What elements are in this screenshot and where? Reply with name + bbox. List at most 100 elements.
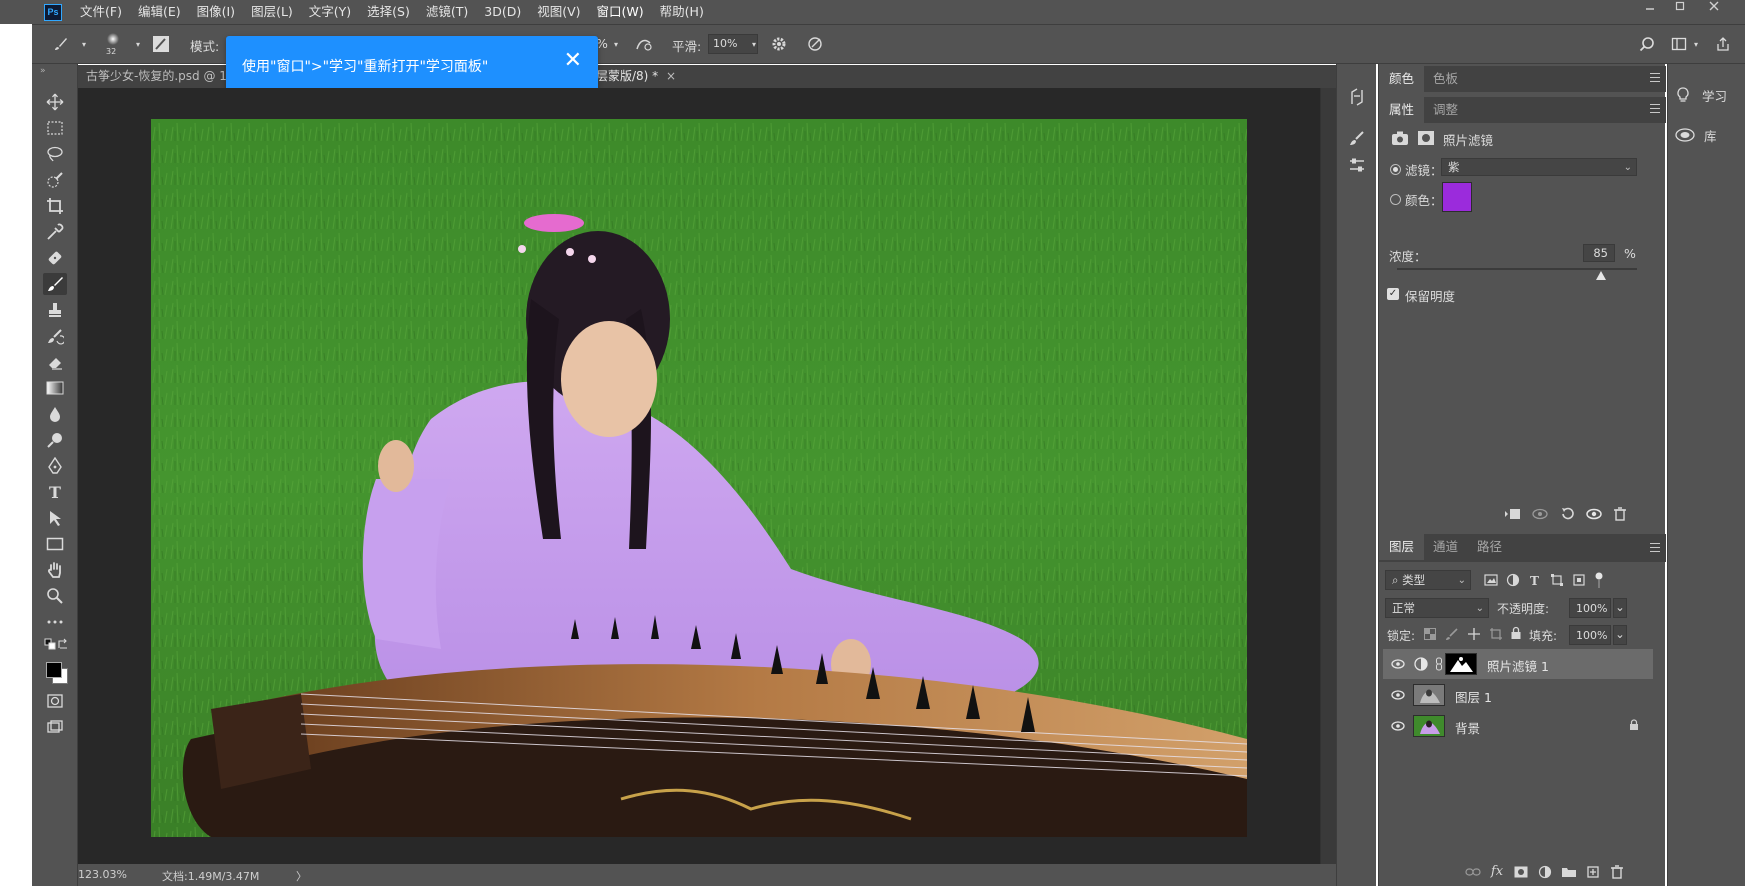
close-window-icon[interactable] xyxy=(1700,0,1728,14)
pressure-opacity-icon[interactable] xyxy=(634,35,654,53)
layer-mask-thumbnail[interactable] xyxy=(1445,653,1477,675)
swap-colors-icon[interactable] xyxy=(56,638,70,650)
brush-settings-panel-icon[interactable] xyxy=(1348,130,1366,148)
marquee-tool-icon[interactable] xyxy=(43,117,67,139)
minimize-icon[interactable] xyxy=(1636,0,1664,14)
lock-image-pixels-icon[interactable] xyxy=(1445,627,1459,641)
filter-radio[interactable] xyxy=(1390,164,1401,175)
chevron-down-icon[interactable]: ▾ xyxy=(612,39,620,49)
menu-filter[interactable]: 滤镜(T) xyxy=(418,0,476,24)
tab-channels[interactable]: 通道 xyxy=(1423,534,1468,560)
toggle-visibility-eye-icon[interactable] xyxy=(1585,506,1603,522)
gear-icon[interactable] xyxy=(770,35,788,53)
lock-artboard-icon[interactable] xyxy=(1489,627,1503,641)
blur-tool-icon[interactable] xyxy=(43,403,67,425)
clip-to-layer-icon[interactable] xyxy=(1503,506,1521,522)
link-layers-icon[interactable] xyxy=(1465,864,1481,880)
path-select-tool-icon[interactable] xyxy=(43,507,67,529)
tab-paths[interactable]: 路径 xyxy=(1467,534,1512,560)
menu-view[interactable]: 视图(V) xyxy=(529,0,588,24)
hand-tool-icon[interactable] xyxy=(43,559,67,581)
blend-mode-select[interactable]: 正常 ⌄ xyxy=(1385,598,1489,618)
chevron-down-icon[interactable]: ▾ xyxy=(750,39,758,49)
menu-window[interactable]: 窗口(W) xyxy=(589,0,652,24)
eyedropper-tool-icon[interactable] xyxy=(43,221,67,243)
sliders-panel-icon[interactable] xyxy=(1348,156,1366,174)
layer-thumbnail[interactable] xyxy=(1413,684,1445,706)
new-group-folder-icon[interactable] xyxy=(1561,864,1577,880)
tab-adjustments[interactable]: 调整 xyxy=(1423,97,1468,123)
panel-menu-icon[interactable] xyxy=(1650,104,1660,113)
collapse-arrows-icon[interactable]: » xyxy=(40,66,46,76)
library-panel-button[interactable]: 库 xyxy=(1674,122,1740,148)
density-input[interactable]: 85 xyxy=(1583,244,1615,262)
dodge-tool-icon[interactable] xyxy=(43,429,67,451)
lock-transparent-pixels-icon[interactable] xyxy=(1423,627,1437,641)
new-adjustment-layer-icon[interactable] xyxy=(1537,864,1553,880)
tab-document-2[interactable]: 层蒙版/8) * xyxy=(596,65,658,88)
view-previous-state-icon[interactable] xyxy=(1531,506,1549,522)
color-radio[interactable] xyxy=(1390,194,1401,205)
tab-layers[interactable]: 图层 xyxy=(1379,534,1425,560)
quick-select-tool-icon[interactable] xyxy=(43,169,67,191)
learn-panel-button[interactable]: 学习 xyxy=(1674,82,1740,108)
layer-visibility-eye-icon[interactable] xyxy=(1391,658,1405,670)
fill-input[interactable]: 100% xyxy=(1569,625,1611,645)
gradient-tool-icon[interactable] xyxy=(43,377,67,399)
zoom-tool-icon[interactable] xyxy=(43,585,67,607)
lock-all-icon[interactable] xyxy=(1509,626,1523,640)
rectangle-tool-icon[interactable] xyxy=(43,533,67,555)
filter-shape-layers-icon[interactable] xyxy=(1549,572,1565,588)
tab-properties[interactable]: 属性 xyxy=(1379,97,1425,123)
zoom-level[interactable]: 123.03% xyxy=(78,868,127,881)
layer-name[interactable]: 照片滤镜 1 xyxy=(1487,656,1549,675)
filter-select[interactable]: 紫 ⌄ xyxy=(1441,158,1637,176)
preserve-luminosity-checkbox[interactable]: ✓ xyxy=(1387,288,1399,300)
menu-3d[interactable]: 3D(D) xyxy=(476,0,529,24)
chain-link-icon[interactable] xyxy=(1435,657,1443,671)
menu-type[interactable]: 文字(Y) xyxy=(301,0,359,24)
layer-name[interactable]: 背景 xyxy=(1455,718,1480,737)
type-tool-icon[interactable]: T xyxy=(43,481,67,503)
reset-adjustment-icon[interactable] xyxy=(1559,506,1577,522)
chevron-down-icon[interactable]: ⌄ xyxy=(1613,598,1627,618)
lasso-tool-icon[interactable] xyxy=(43,143,67,165)
add-mask-icon[interactable] xyxy=(1513,864,1529,880)
lock-position-icon[interactable] xyxy=(1467,627,1481,641)
history-panel-icon[interactable] xyxy=(1348,88,1366,106)
close-icon[interactable]: ✕ xyxy=(564,50,582,72)
filter-toggle-icon[interactable] xyxy=(1593,570,1605,590)
default-colors-icon[interactable] xyxy=(43,638,57,650)
opacity-input[interactable]: 100% xyxy=(1569,598,1611,618)
panel-menu-icon[interactable] xyxy=(1650,543,1660,552)
history-brush-tool-icon[interactable] xyxy=(43,325,67,347)
foreground-color-swatch[interactable] xyxy=(46,662,62,678)
delete-adjustment-icon[interactable] xyxy=(1611,506,1629,522)
menu-image[interactable]: 图像(I) xyxy=(189,0,243,24)
layer-visibility-eye-icon[interactable] xyxy=(1391,720,1405,732)
screen-mode-icon[interactable] xyxy=(43,716,67,738)
chevron-down-icon[interactable]: ▾ xyxy=(1692,39,1700,49)
clone-stamp-tool-icon[interactable] xyxy=(43,299,67,321)
layer-visibility-eye-icon[interactable] xyxy=(1391,689,1405,701)
density-slider-thumb[interactable] xyxy=(1596,271,1606,280)
vertical-scrollbar[interactable] xyxy=(1320,88,1336,864)
healing-brush-tool-icon[interactable] xyxy=(43,247,67,269)
tab-document-1[interactable]: 古筝少女-恢复的.psd @ 1 xyxy=(86,65,227,88)
chevron-down-icon[interactable]: ⌄ xyxy=(1613,625,1627,645)
layer-thumbnail[interactable] xyxy=(1413,715,1445,737)
foreground-background-colors[interactable] xyxy=(46,662,68,684)
symmetry-icon[interactable] xyxy=(806,35,824,53)
document-canvas-image[interactable] xyxy=(151,119,1247,837)
brush-preset-icon[interactable] xyxy=(104,31,122,47)
menu-file[interactable]: 文件(F) xyxy=(72,0,130,24)
delete-layer-icon[interactable] xyxy=(1609,864,1625,880)
density-slider[interactable] xyxy=(1397,268,1637,280)
share-icon[interactable] xyxy=(1714,35,1732,53)
status-menu-arrow[interactable]: 〉 xyxy=(296,868,307,884)
restore-icon[interactable] xyxy=(1666,0,1694,14)
tab-color[interactable]: 颜色 xyxy=(1379,66,1425,92)
menu-select[interactable]: 选择(S) xyxy=(359,0,418,24)
move-tool-icon[interactable] xyxy=(43,91,67,113)
chevron-down-icon[interactable]: ▾ xyxy=(80,39,88,49)
